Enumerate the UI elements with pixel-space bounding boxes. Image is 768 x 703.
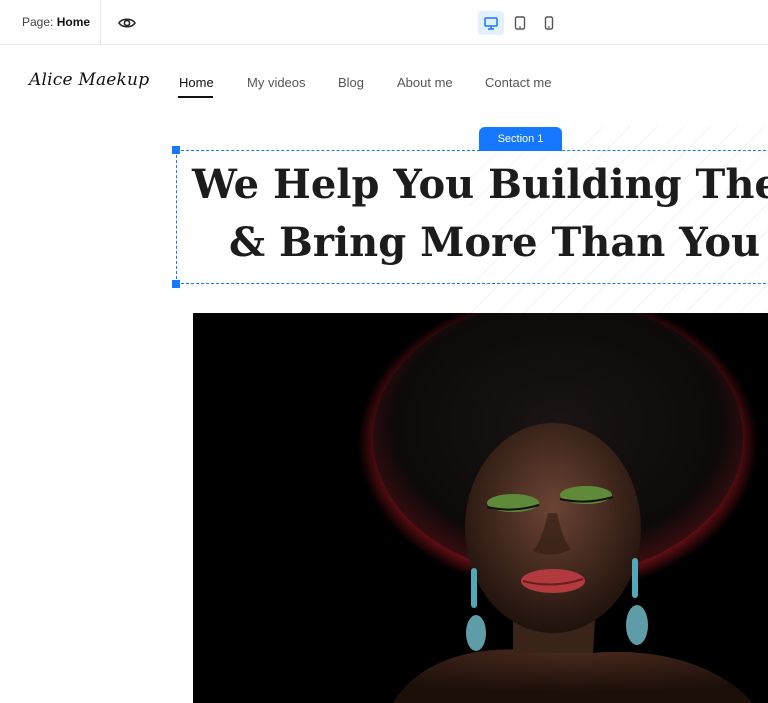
page-indicator[interactable]: Page: Home: [22, 15, 90, 29]
nav-my-videos[interactable]: My videos: [247, 75, 306, 90]
nav-contact-me[interactable]: Contact me: [485, 75, 551, 90]
tablet-icon: [514, 16, 526, 30]
editor-toolbar: Page: Home: [0, 0, 768, 45]
eye-icon[interactable]: [117, 13, 137, 33]
nav-blog[interactable]: Blog: [338, 75, 364, 90]
desktop-view-button[interactable]: [478, 11, 504, 35]
section-tag[interactable]: Section 1: [479, 127, 562, 151]
resize-handle-bottom-left[interactable]: [172, 280, 180, 288]
toolbar-divider: [100, 0, 101, 45]
tablet-view-button[interactable]: [507, 11, 533, 35]
hero-portrait: [358, 313, 758, 703]
mobile-icon: [544, 16, 554, 30]
hero-headline[interactable]: We Help You Building The Dre & Bring Mor…: [192, 156, 768, 272]
site-canvas: Alice Maekup Home My videos Blog About m…: [0, 46, 768, 703]
site-logo[interactable]: Alice Maekup: [29, 70, 149, 90]
hero-image[interactable]: [193, 313, 768, 703]
nav-home[interactable]: Home: [179, 75, 214, 90]
nav-active-underline: [178, 96, 213, 98]
headline-line-1: We Help You Building The Dre: [192, 161, 768, 208]
desktop-icon: [484, 17, 498, 30]
headline-line-2: & Bring More Than You Expe: [229, 219, 768, 266]
nav-about-me[interactable]: About me: [397, 75, 453, 90]
page-name: Home: [56, 15, 91, 29]
page-label-prefix: Page:: [22, 15, 57, 29]
resize-handle-top-left[interactable]: [172, 146, 180, 154]
mobile-view-button[interactable]: [536, 11, 562, 35]
